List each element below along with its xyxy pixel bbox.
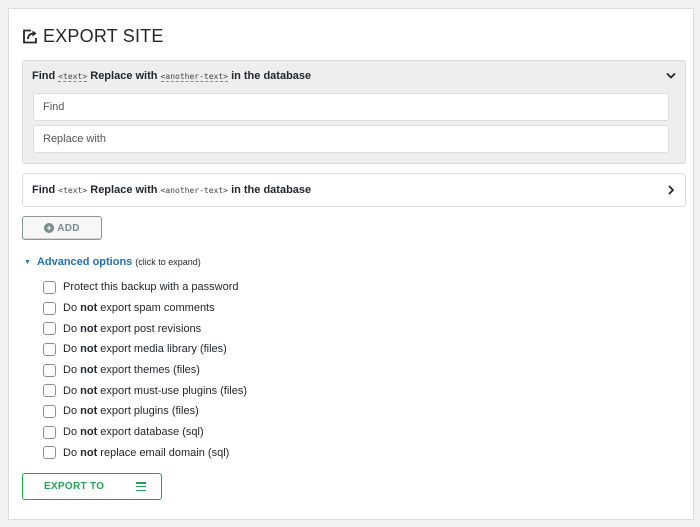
checkbox[interactable] [43,322,56,336]
checkbox[interactable] [43,446,56,460]
option-suffix: export spam comments [100,302,215,315]
find-replace-row-collapsed[interactable]: Find <text> Replace with <another-text> … [22,173,686,207]
option-prefix: Do [63,322,78,335]
option-media-library[interactable]: Do not export media library (files) [43,339,247,360]
find-label: Find [32,184,56,196]
another-text-code: <another-text> [160,72,228,82]
option-must-use-plugins[interactable]: Do not export must-use plugins (files) [43,380,247,401]
option-bold: not [80,302,98,315]
checkbox[interactable] [43,363,56,377]
triangle-down-icon: ▼ [24,258,31,266]
advanced-options-hint: (click to expand) [135,257,201,267]
page-title: EXPORT SITE [43,25,164,46]
find-input[interactable] [33,93,669,121]
add-button[interactable]: + ADD [22,216,102,240]
export-to-button[interactable]: EXPORT TO [22,473,162,500]
text-code: <text> [58,186,88,195]
plus-circle-icon: + [44,223,55,233]
find-replace-header[interactable]: Find <text> Replace with <another-text> … [32,184,311,196]
text-code: <text> [58,72,88,82]
checkbox[interactable] [43,280,56,294]
option-suffix: export post revisions [100,322,202,335]
option-prefix: Do [63,405,78,418]
find-label: Find [32,70,56,82]
option-prefix: Do [63,446,78,459]
option-plugins[interactable]: Do not export plugins (files) [43,401,247,422]
checkbox[interactable] [43,425,56,439]
find-replace-row-expanded: Find <text> Replace with <another-text> … [22,60,686,164]
database-suffix: in the database [231,70,312,82]
checkbox[interactable] [43,301,56,315]
option-bold: not [80,364,98,377]
option-bold: not [80,405,98,418]
option-prefix: Do [63,426,78,439]
add-button-label: ADD [57,222,80,234]
export-to-label: EXPORT TO [44,481,105,492]
option-post-revisions[interactable]: Do not export post revisions [43,318,247,339]
option-prefix: Do [63,343,78,356]
advanced-options-label[interactable]: Advanced options [37,256,132,268]
advanced-options-toggle[interactable]: ▼ Advanced options (click to expand) [24,256,201,268]
checkbox[interactable] [43,404,56,418]
option-bold: not [80,384,98,397]
option-bold: not [80,322,98,335]
option-bold: not [80,426,98,439]
advanced-options-list: Protect this backup with a password Do n… [43,277,247,463]
option-suffix: export themes (files) [100,364,200,377]
menu-icon [136,482,147,491]
option-spam-comments[interactable]: Do not export spam comments [43,298,247,319]
option-prefix: Do [63,302,78,315]
option-suffix: export database (sql) [100,426,204,439]
export-panel: EXPORT SITE Find <text> Replace with <an… [8,8,694,520]
replace-label: Replace with [90,70,158,82]
checkbox[interactable] [43,384,56,398]
replace-input[interactable] [33,125,669,153]
replace-label: Replace with [90,184,158,196]
option-themes[interactable]: Do not export themes (files) [43,360,247,381]
option-database[interactable]: Do not export database (sql) [43,422,247,443]
option-bold: not [80,446,98,459]
page-header: EXPORT SITE [22,25,164,47]
chevron-down-icon[interactable] [665,70,677,82]
another-text-code: <another-text> [160,186,228,195]
checkbox[interactable] [43,342,56,356]
option-suffix: replace email domain (sql) [100,446,230,459]
share-export-icon [23,29,37,43]
option-prefix: Do [63,384,78,397]
option-password[interactable]: Protect this backup with a password [43,277,247,298]
database-suffix: in the database [231,184,312,196]
option-suffix: export must-use plugins (files) [100,384,248,397]
option-email-domain[interactable]: Do not replace email domain (sql) [43,443,247,464]
option-label: Protect this backup with a password [63,281,239,294]
option-suffix: export media library (files) [100,343,227,356]
option-bold: not [80,343,98,356]
chevron-right-icon[interactable] [665,184,677,196]
option-suffix: export plugins (files) [100,405,199,418]
find-replace-header[interactable]: Find <text> Replace with <another-text> … [32,70,311,82]
option-prefix: Do [63,364,78,377]
